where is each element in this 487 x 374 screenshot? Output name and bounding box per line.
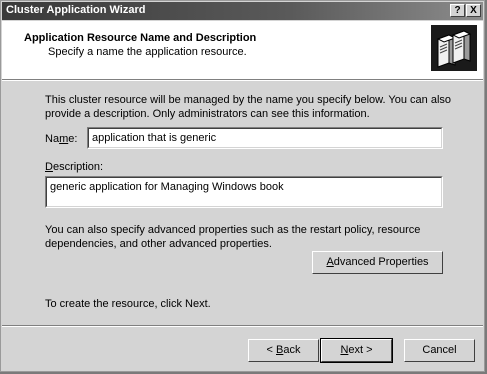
header-divider [2, 79, 483, 81]
header-subtitle: Specify a name the application resource. [48, 46, 247, 58]
advanced-text-line2: dependencies, and other advanced propert… [45, 238, 272, 250]
intro-text-line2: provide a description. Only administrato… [45, 108, 370, 120]
wizard-window: Cluster Application Wizard ? X Applicati… [0, 0, 485, 372]
description-field-value[interactable]: generic application for Managing Windows… [46, 177, 442, 207]
name-field-value[interactable]: application that is generic [88, 128, 442, 148]
name-label: Name: [45, 133, 78, 145]
help-button[interactable]: ? [450, 4, 465, 17]
window-title: Cluster Application Wizard [6, 4, 146, 16]
wizard-header: Application Resource Name and Descriptio… [2, 21, 483, 79]
cancel-button[interactable]: Cancel [404, 339, 475, 362]
footer-divider [2, 325, 483, 327]
server-pair-icon [431, 25, 477, 71]
description-field[interactable]: generic application for Managing Windows… [45, 176, 443, 208]
header-title: Application Resource Name and Descriptio… [24, 32, 257, 44]
name-field[interactable]: application that is generic [87, 127, 443, 149]
advanced-properties-button[interactable]: Advanced Properties [312, 251, 443, 274]
advanced-text-line1: You can also specify advanced properties… [45, 224, 421, 236]
title-bar[interactable]: Cluster Application Wizard ? X [2, 2, 483, 20]
close-button[interactable]: X [466, 4, 481, 17]
intro-text-line1: This cluster resource will be managed by… [45, 94, 452, 106]
create-hint: To create the resource, click Next. [45, 298, 211, 310]
next-button[interactable]: Next > [320, 338, 393, 363]
description-label: Description: [45, 161, 104, 173]
back-button[interactable]: < Back [248, 339, 319, 362]
